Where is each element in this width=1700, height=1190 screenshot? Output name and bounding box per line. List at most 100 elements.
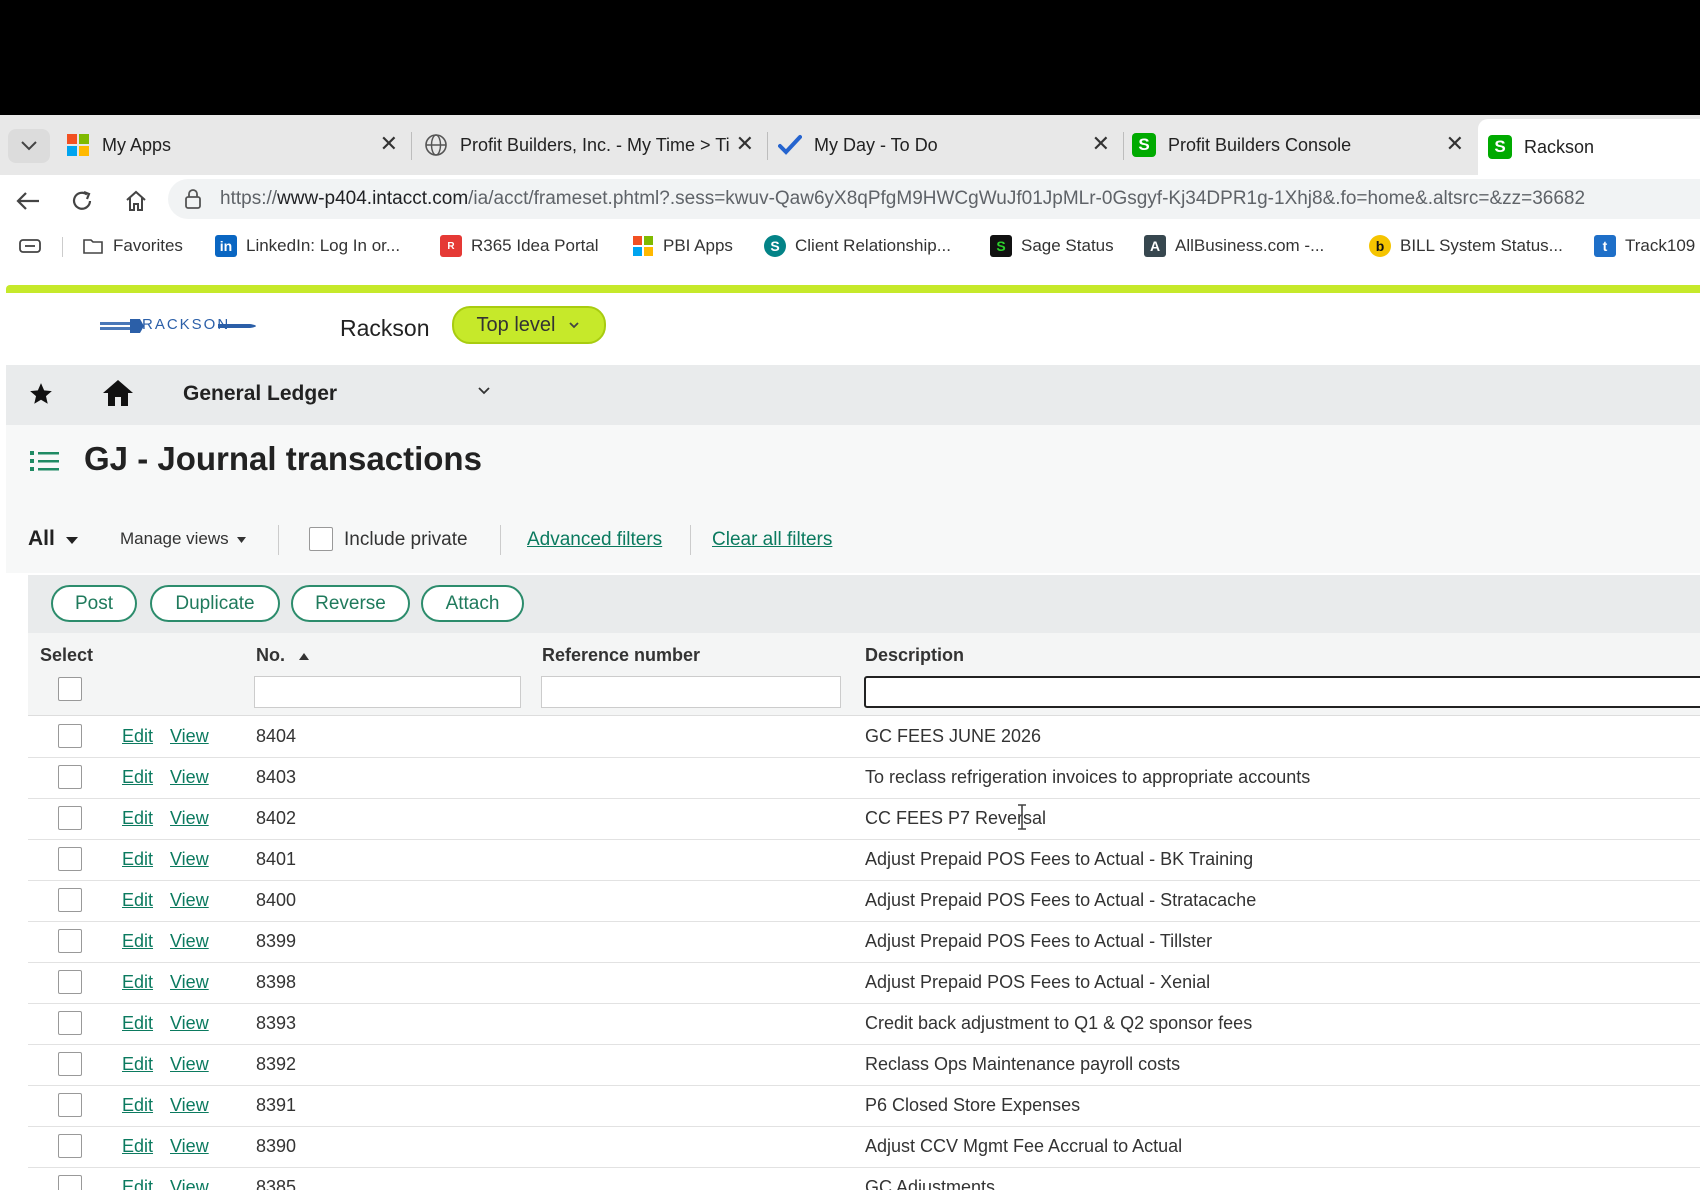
description-filter-input[interactable] — [864, 676, 1700, 708]
collections-button[interactable] — [18, 233, 42, 259]
row-select-checkbox[interactable] — [58, 806, 82, 830]
bookmark-client-relationship[interactable]: S Client Relationship... — [764, 233, 951, 259]
manage-views-dropdown[interactable]: Manage views — [120, 529, 247, 549]
edit-link[interactable]: Edit — [122, 808, 153, 829]
address-bar[interactable]: https://www-p404.intacct.com/ia/acct/fra… — [168, 179, 1700, 219]
row-select-checkbox[interactable] — [58, 929, 82, 953]
app-header: RACKSON Rackson Top level — [6, 293, 1700, 365]
edit-link[interactable]: Edit — [122, 726, 153, 747]
close-tab-icon[interactable]: ✕ — [380, 132, 398, 156]
bookmark-favorites[interactable]: Favorites — [82, 233, 183, 259]
row-select-checkbox[interactable] — [58, 765, 82, 789]
logo-text: RACKSON — [142, 316, 231, 333]
edit-link[interactable]: Edit — [122, 767, 153, 788]
view-link[interactable]: View — [170, 1136, 209, 1157]
view-link[interactable]: View — [170, 1013, 209, 1034]
company-name: Rackson — [340, 315, 430, 341]
post-button[interactable]: Post — [51, 585, 137, 622]
tab-search-dropdown[interactable] — [8, 129, 50, 163]
view-link[interactable]: View — [170, 890, 209, 911]
list-menu-icon[interactable] — [30, 449, 60, 473]
module-name[interactable]: General Ledger — [183, 382, 337, 406]
reference-filter-input[interactable] — [541, 676, 841, 708]
select-all-checkbox[interactable] — [58, 677, 82, 701]
collections-icon — [19, 239, 41, 253]
row-select-checkbox[interactable] — [58, 724, 82, 748]
advanced-filters-link[interactable]: Advanced filters — [527, 529, 662, 551]
close-tab-icon[interactable]: ✕ — [1092, 132, 1110, 156]
tab-rackson-active[interactable]: S Rackson — [1478, 119, 1700, 175]
reload-icon — [72, 190, 92, 210]
sharepoint-icon: S — [764, 235, 786, 257]
reverse-button[interactable]: Reverse — [291, 585, 410, 622]
folder-icon — [83, 239, 103, 254]
edit-link[interactable]: Edit — [122, 1095, 153, 1116]
view-link[interactable]: View — [170, 849, 209, 870]
row-select-checkbox[interactable] — [58, 1093, 82, 1117]
edit-link[interactable]: Edit — [122, 1013, 153, 1034]
edit-link[interactable]: Edit — [122, 931, 153, 952]
edit-link[interactable]: Edit — [122, 849, 153, 870]
edit-link[interactable]: Edit — [122, 1136, 153, 1157]
duplicate-button[interactable]: Duplicate — [150, 585, 280, 622]
table-header: Select No. Reference number Description — [28, 633, 1700, 716]
back-button[interactable] — [14, 187, 42, 215]
attach-button[interactable]: Attach — [421, 585, 524, 622]
text-cursor-icon — [1018, 804, 1026, 830]
view-link[interactable]: View — [170, 767, 209, 788]
edit-link[interactable]: Edit — [122, 1177, 153, 1190]
home-button[interactable] — [122, 187, 150, 215]
reload-button[interactable] — [68, 187, 96, 215]
sage-s-icon: S — [1488, 135, 1512, 159]
transaction-number: 8402 — [256, 808, 297, 828]
column-header-no[interactable]: No. — [256, 645, 310, 666]
transaction-number: 8399 — [256, 931, 297, 951]
tab-profit-builders-console[interactable]: S Profit Builders Console ✕ — [1132, 122, 1472, 168]
url-path: /ia/acct/frameset.phtml?.sess=kwuv-Qaw6y… — [468, 188, 1586, 209]
view-link[interactable]: View — [170, 1095, 209, 1116]
r365-icon: R — [440, 235, 462, 257]
rackson-logo[interactable]: RACKSON — [100, 315, 265, 342]
view-link[interactable]: View — [170, 808, 209, 829]
close-tab-icon[interactable]: ✕ — [736, 132, 754, 156]
home-icon[interactable] — [102, 378, 134, 408]
tab-my-apps[interactable]: My Apps ✕ — [66, 122, 412, 168]
row-select-checkbox[interactable] — [58, 1134, 82, 1158]
no-filter-input[interactable] — [254, 676, 521, 708]
view-selector[interactable]: All — [28, 527, 79, 551]
entity-selector-button[interactable]: Top level — [452, 306, 606, 344]
column-header-description[interactable]: Description — [865, 645, 964, 666]
table-row: Edit View 8400 Adjust Prepaid POS Fees to A… — [28, 880, 1700, 922]
bookmark-allbusiness[interactable]: A AllBusiness.com -... — [1144, 233, 1324, 259]
bookmark-track1099[interactable]: t Track109 — [1594, 233, 1695, 259]
view-link[interactable]: View — [170, 1177, 209, 1190]
tab-profit-builders-my-time[interactable]: Profit Builders, Inc. - My Time > Ti ✕ — [424, 122, 768, 168]
bookmark-sage-status[interactable]: S Sage Status — [990, 233, 1114, 259]
edit-link[interactable]: Edit — [122, 1054, 153, 1075]
bookmark-bill-status[interactable]: b BILL System Status... — [1369, 233, 1563, 259]
clear-all-filters-link[interactable]: Clear all filters — [712, 529, 832, 551]
row-select-checkbox[interactable] — [58, 888, 82, 912]
tab-my-day-todo[interactable]: My Day - To Do ✕ — [778, 122, 1124, 168]
linkedin-icon: in — [215, 235, 237, 257]
bookmark-r365[interactable]: R R365 Idea Portal — [440, 233, 599, 259]
row-select-checkbox[interactable] — [58, 847, 82, 871]
row-select-checkbox[interactable] — [58, 1052, 82, 1076]
row-select-checkbox[interactable] — [58, 1175, 82, 1190]
edit-link[interactable]: Edit — [122, 972, 153, 993]
view-link[interactable]: View — [170, 726, 209, 747]
view-link[interactable]: View — [170, 931, 209, 952]
bookmark-pbi-apps[interactable]: PBI Apps — [632, 233, 733, 259]
column-header-reference[interactable]: Reference number — [542, 645, 700, 666]
star-icon[interactable] — [28, 381, 54, 407]
back-arrow-icon — [16, 192, 39, 210]
view-link[interactable]: View — [170, 1054, 209, 1075]
include-private-checkbox[interactable] — [309, 527, 333, 551]
row-select-checkbox[interactable] — [58, 970, 82, 994]
view-link[interactable]: View — [170, 972, 209, 993]
bookmark-linkedin[interactable]: in LinkedIn: Log In or... — [215, 233, 400, 259]
row-select-checkbox[interactable] — [58, 1011, 82, 1035]
chevron-down-icon[interactable] — [476, 385, 492, 397]
edit-link[interactable]: Edit — [122, 890, 153, 911]
close-tab-icon[interactable]: ✕ — [1446, 132, 1464, 156]
